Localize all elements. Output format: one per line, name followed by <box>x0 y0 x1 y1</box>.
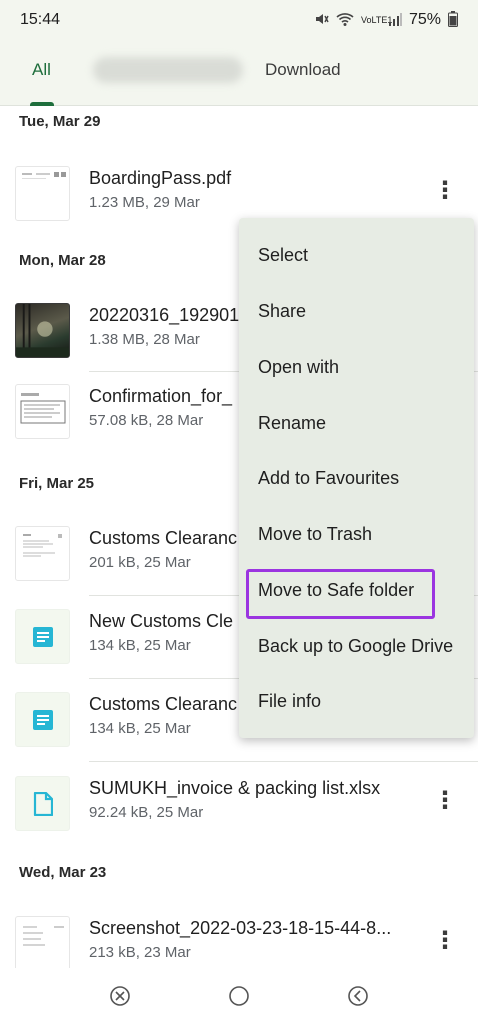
document-icon <box>15 609 70 664</box>
menu-item-back-up-to-google-drive[interactable]: Back up to Google Drive <box>258 636 453 657</box>
file-meta: 134 kB, 25 Mar <box>89 637 191 654</box>
context-menu: Select Share Open with Rename Add to Fav… <box>239 218 474 738</box>
more-options-icon[interactable]: ⋮ <box>433 176 457 206</box>
tab-download[interactable]: Download <box>265 60 341 80</box>
status-bar: 15:44 VoLTE1 75% <box>0 0 478 40</box>
section-date: Wed, Mar 23 <box>19 864 107 881</box>
file-meta: 134 kB, 25 Mar <box>89 720 191 737</box>
file-name: Customs Clearanc <box>89 694 238 714</box>
more-options-icon[interactable]: ⋮ <box>433 926 457 956</box>
file-name: Customs Clearanc <box>89 528 238 548</box>
file-meta: 1.23 MB, 29 Mar <box>89 194 200 211</box>
category-tabs: All Download <box>0 40 478 106</box>
file-name: SUMUKH_invoice & packing list.xlsx <box>89 778 381 798</box>
photo-thumbnail <box>15 303 70 358</box>
wifi-icon <box>336 11 354 30</box>
menu-item-file-info[interactable]: File info <box>258 691 321 712</box>
document-icon <box>15 692 70 747</box>
section-date: Mon, Mar 28 <box>19 252 106 269</box>
section-date: Fri, Mar 25 <box>19 475 95 492</box>
menu-item-share[interactable]: Share <box>258 301 306 322</box>
file-name: Confirmation_for_ <box>89 386 233 406</box>
file-name: Screenshot_2022-03-23-18-15-44-8... <box>89 918 392 938</box>
menu-item-move-to-trash[interactable]: Move to Trash <box>258 524 372 545</box>
menu-item-open-with[interactable]: Open with <box>258 357 339 378</box>
file-name: 20220316_192901. <box>89 305 245 325</box>
section-date: Tue, Mar 29 <box>19 113 101 130</box>
navigation-bar <box>0 968 478 1024</box>
file-icon <box>15 776 70 831</box>
mute-icon <box>313 11 329 30</box>
menu-item-select[interactable]: Select <box>258 245 308 266</box>
file-meta: 92.24 kB, 25 Mar <box>89 804 204 821</box>
more-options-icon[interactable]: ⋮ <box>433 786 457 816</box>
menu-item-add-to-favourites[interactable]: Add to Favourites <box>258 468 399 489</box>
document-thumbnail <box>15 526 70 581</box>
file-row[interactable]: Screenshot_2022-03-23-18-15-44-8... 213 … <box>0 906 478 968</box>
file-meta: 213 kB, 23 Mar <box>89 944 191 961</box>
divider <box>89 761 478 762</box>
tab-all[interactable]: All <box>32 60 51 80</box>
file-row[interactable]: SUMUKH_invoice & packing list.xlsx 92.24… <box>0 766 478 844</box>
signal-icon <box>388 12 402 29</box>
file-meta: 201 kB, 25 Mar <box>89 554 191 571</box>
file-meta: 57.08 kB, 28 Mar <box>89 412 204 429</box>
file-name: New Customs Cle <box>89 611 234 631</box>
status-icons: VoLTE1 75% <box>313 10 458 30</box>
pdf-thumbnail <box>15 166 70 221</box>
document-thumbnail <box>15 384 70 439</box>
home-icon[interactable] <box>227 984 251 1008</box>
battery-icon <box>448 10 458 30</box>
battery-percent: 75% <box>408 11 441 28</box>
file-name: BoardingPass.pdf <box>89 168 232 188</box>
back-icon[interactable] <box>346 984 370 1008</box>
menu-item-rename[interactable]: Rename <box>258 413 326 434</box>
status-time: 15:44 <box>20 11 61 28</box>
menu-item-move-to-safe-folder[interactable]: Move to Safe folder <box>258 580 414 601</box>
volte-label: VoLTE1 <box>360 14 393 25</box>
tab-blurred[interactable] <box>93 57 243 83</box>
screenshot-thumbnail <box>15 916 70 968</box>
recent-apps-icon[interactable] <box>108 984 132 1008</box>
file-meta: 1.38 MB, 28 Mar <box>89 331 200 348</box>
